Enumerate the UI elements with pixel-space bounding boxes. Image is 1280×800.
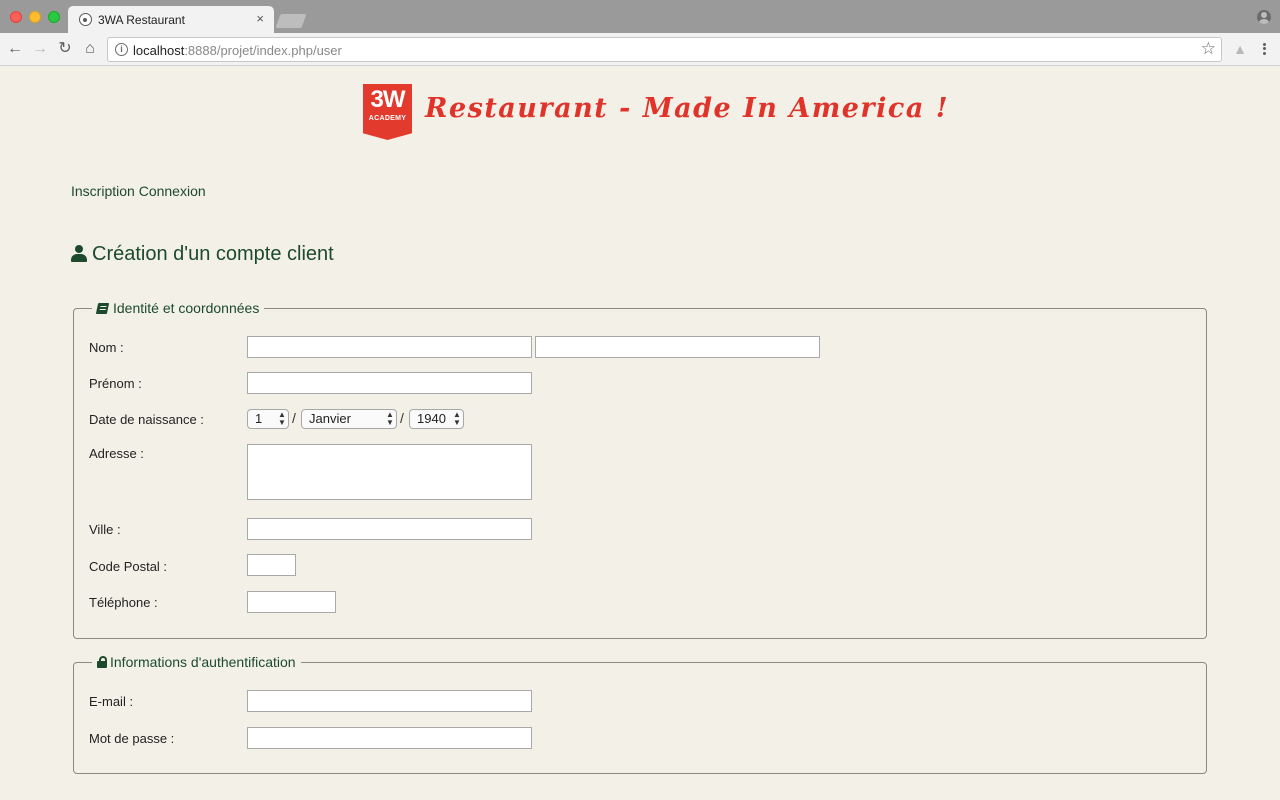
ville-input[interactable] [247,518,532,540]
bookmark-star-icon[interactable]: ☆ [1201,39,1216,59]
select-arrows-icon: ▲ ▼ [453,410,461,427]
select-arrows-icon: ▲ ▼ [386,410,394,427]
identity-legend: Identité et coordonnées [92,300,265,316]
lock-icon [97,656,107,668]
reload-icon[interactable]: ↻ [54,38,76,60]
top-nav: Inscription Connexion [71,183,206,199]
address-bar[interactable]: i localhost:8888/projet/index.php/user ☆ [107,37,1222,62]
telephone-input[interactable] [247,591,336,613]
date-separator: / [400,410,404,426]
auth-fieldset: Informations d'authentification E-mail :… [73,654,1207,774]
password-input[interactable] [247,727,532,749]
birth-year-select[interactable]: 1940 ▲ ▼ [409,409,464,429]
prenom-label: Prénom : [89,376,142,391]
book-icon [95,303,110,314]
window-maximize-button[interactable] [48,11,60,23]
favicon-icon [79,13,92,26]
nom-label: Nom : [89,340,124,355]
home-icon[interactable]: ⌂ [79,38,101,60]
telephone-label: Téléphone : [89,595,158,610]
window-minimize-button[interactable] [29,11,41,23]
select-arrows-icon: ▲ ▼ [278,410,286,427]
user-icon [71,245,87,262]
extension-icon[interactable]: ▲ [1232,41,1248,57]
back-arrow-icon[interactable]: ← [4,38,26,60]
profile-icon[interactable] [1257,10,1271,24]
tab-title: 3WA Restaurant [98,13,185,27]
site-title: Restaurant - Made In America ! [425,93,950,124]
nav-link-inscription[interactable]: Inscription [71,183,135,199]
browser-tab-active[interactable]: 3WA Restaurant × [68,6,274,34]
browser-tab-bar: 3WA Restaurant × [0,0,1280,34]
identity-fieldset: Identité et coordonnées Nom : Prénom : D… [73,300,1207,639]
forward-arrow-icon[interactable]: → [29,38,51,60]
birthdate-label: Date de naissance : [89,412,204,427]
browser-toolbar: ← → ↻ ⌂ i localhost:8888/projet/index.ph… [0,33,1280,66]
page-content: 3W ACADEMY Restaurant - Made In America … [0,67,1280,800]
birth-month-select[interactable]: Janvier ▲ ▼ [301,409,397,429]
site-info-icon[interactable]: i [115,43,128,56]
ville-label: Ville : [89,522,121,537]
date-separator: / [292,410,296,426]
email-input[interactable] [247,690,532,712]
code-postal-input[interactable] [247,554,296,576]
code-postal-label: Code Postal : [89,559,168,574]
birth-day-select[interactable]: 1 ▲ ▼ [247,409,289,429]
url-text[interactable]: localhost:8888/projet/index.php/user [133,43,342,58]
tab-close-icon[interactable]: × [256,11,264,26]
window-close-button[interactable] [10,11,22,23]
logo[interactable]: 3W ACADEMY [363,84,412,140]
prenom-input[interactable] [247,372,532,394]
auth-legend: Informations d'authentification [92,654,301,670]
adresse-label: Adresse : [89,446,144,461]
email-label: E-mail : [89,694,134,709]
nom-second-input[interactable] [535,336,820,358]
page-title: Création d'un compte client [71,243,334,266]
new-tab-button[interactable] [275,14,307,28]
password-label: Mot de passe : [89,731,175,746]
nav-link-connexion[interactable]: Connexion [139,183,206,199]
browser-menu-icon[interactable] [1257,41,1271,57]
nom-input[interactable] [247,336,532,358]
adresse-textarea[interactable] [247,444,532,500]
